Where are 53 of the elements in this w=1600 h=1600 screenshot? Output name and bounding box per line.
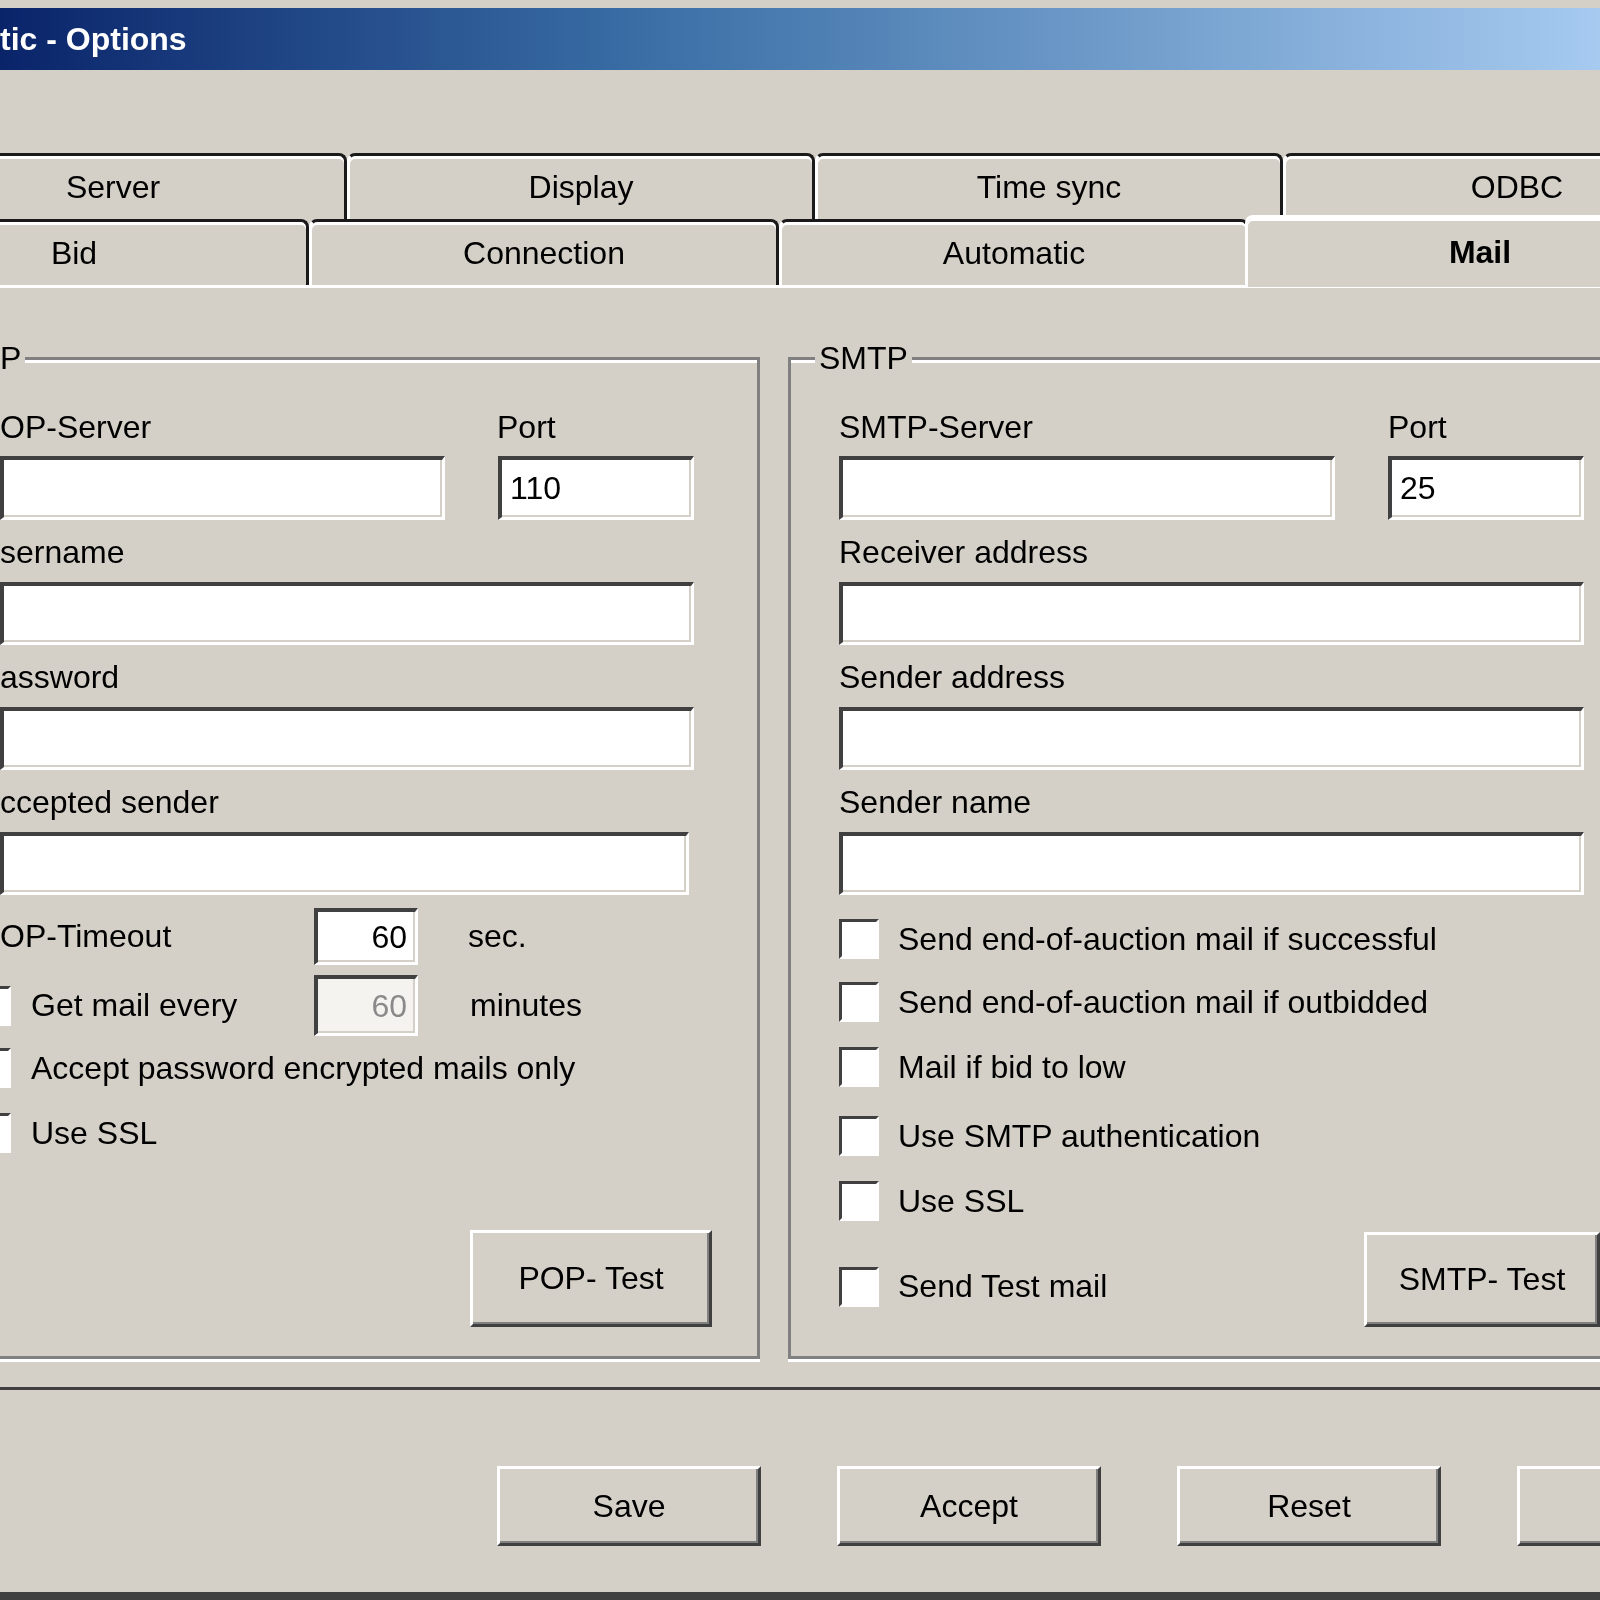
input-field[interactable]: 25 xyxy=(1388,456,1584,520)
checkbox-label: Send end-of-auction mail if successful xyxy=(898,920,1437,958)
input-field[interactable]: 110 xyxy=(498,456,694,520)
checkbox-label: Send end-of-auction mail if outbidded xyxy=(898,983,1429,1021)
checkbox[interactable] xyxy=(839,1266,879,1307)
checkbox[interactable] xyxy=(839,1047,879,1087)
checkbox[interactable] xyxy=(839,1181,879,1221)
dialog-button[interactable]: Reset xyxy=(1177,1466,1441,1546)
input-field[interactable] xyxy=(839,582,1584,645)
dialog-button[interactable]: Save xyxy=(497,1466,761,1546)
checkbox-label: Get mail every xyxy=(31,987,239,1024)
checkbox-label: Accept password encrypted mails only xyxy=(31,1049,576,1087)
smtp-test-button[interactable]: SMTP- Test xyxy=(1364,1232,1600,1327)
window-title: tic - Options xyxy=(0,20,187,58)
field-label: sername xyxy=(0,534,125,571)
checkbox-label: Use SSL xyxy=(898,1182,1025,1220)
checkbox-label: Use SSL xyxy=(31,1114,158,1152)
field-label: assword xyxy=(0,659,120,696)
input-field[interactable] xyxy=(0,832,689,895)
checkbox[interactable] xyxy=(839,919,879,959)
input-field[interactable] xyxy=(0,707,694,770)
unit-label: minutes xyxy=(470,987,583,1024)
checkbox[interactable] xyxy=(0,1113,11,1153)
checkbox-label: Mail if bid to low xyxy=(898,1048,1126,1086)
field-label: Sender address xyxy=(839,659,1065,696)
input-field[interactable] xyxy=(839,456,1335,520)
field-label: Port xyxy=(1388,409,1447,446)
checkbox-label: Use SMTP authentication xyxy=(898,1117,1261,1155)
tab[interactable]: Bid xyxy=(0,219,309,285)
input-field[interactable] xyxy=(839,832,1584,895)
field-label: ccepted sender xyxy=(0,784,219,821)
field-label: SMTP-Server xyxy=(839,409,1034,446)
checkbox[interactable] xyxy=(0,1048,11,1088)
field-label: Port xyxy=(497,409,556,446)
checkbox[interactable] xyxy=(839,982,879,1022)
checkbox[interactable] xyxy=(839,1116,879,1156)
input-field[interactable] xyxy=(0,456,445,520)
tab[interactable]: Server xyxy=(0,153,347,219)
field-label: Receiver address xyxy=(839,534,1088,571)
tab[interactable]: Display xyxy=(347,153,815,219)
tab[interactable]: Connection xyxy=(309,219,779,285)
unit-label: sec. xyxy=(468,918,527,955)
tab[interactable]: Time sync xyxy=(815,153,1283,219)
number-field[interactable]: 60 xyxy=(314,908,418,965)
field-label: Sender name xyxy=(839,784,1032,821)
pop-test-button[interactable]: POP- Test xyxy=(470,1230,712,1327)
dialog-button[interactable]: Accept xyxy=(837,1466,1101,1546)
field-label: OP-Timeout xyxy=(0,918,173,955)
field-label: OP-Server xyxy=(0,409,153,446)
input-field[interactable] xyxy=(0,582,694,645)
checkbox-label: Send Test mail xyxy=(898,1268,1109,1305)
input-field[interactable] xyxy=(839,707,1584,770)
tab[interactable]: Mail xyxy=(1245,215,1600,287)
